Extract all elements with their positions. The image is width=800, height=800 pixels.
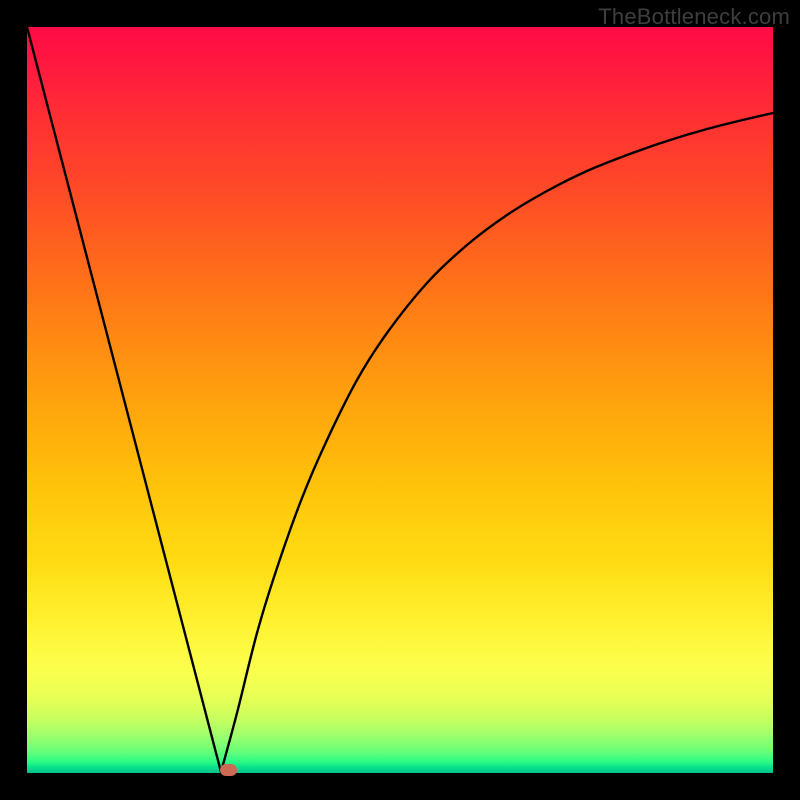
minimum-marker-icon bbox=[220, 764, 237, 776]
plot-area bbox=[27, 27, 773, 773]
bottleneck-curve bbox=[27, 27, 773, 773]
